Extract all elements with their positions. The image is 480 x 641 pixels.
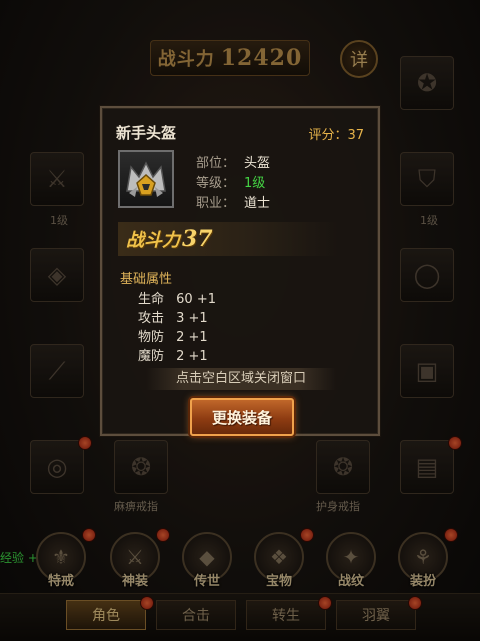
stat-value: 60 +1 [176, 292, 216, 307]
stat-row: 魔防 2 +1 [138, 345, 208, 364]
item-power-strip: 战斗力 37 [118, 222, 338, 256]
attr-class-key: 职业： [196, 196, 236, 211]
helmet-icon [126, 161, 166, 197]
item-power-label: 战斗力 [126, 230, 180, 251]
stat-name: 攻击 [138, 311, 165, 326]
stat-row: 攻击 3 +1 [138, 307, 208, 326]
stat-name: 物防 [138, 330, 165, 345]
base-attributes-title: 基础属性 [120, 272, 173, 287]
stat-name: 魔防 [138, 349, 165, 364]
close-hint[interactable]: 点击空白区域关闭窗口 [146, 368, 336, 390]
stat-value: 2 +1 [176, 349, 208, 364]
attr-slot-key: 部位： [196, 156, 236, 171]
attr-slot: 部位： 头盔 [196, 152, 270, 171]
attr-slot-value: 头盔 [244, 156, 271, 171]
item-score: 评分：37 [308, 124, 364, 143]
item-detail-panel: 新手头盔 评分：37 部位： 头盔 等级： 1级 职业： 道士 战斗力 37 基础属性… [100, 106, 380, 436]
item-name: 新手头盔 [116, 124, 177, 142]
attr-level: 等级： 1级 [196, 172, 265, 191]
item-score-label: 评分： [308, 128, 348, 143]
stat-value: 3 +1 [176, 311, 208, 326]
stat-row: 生命 60 +1 [138, 288, 216, 307]
attr-class: 职业： 道士 [196, 192, 270, 211]
item-icon-frame [118, 150, 174, 208]
item-score-value: 37 [347, 128, 364, 143]
item-power-value: 37 [182, 226, 213, 252]
stat-value: 2 +1 [176, 330, 208, 345]
change-equipment-button[interactable]: 更换装备 [190, 398, 294, 436]
attr-class-value: 道士 [244, 196, 271, 211]
stat-row: 物防 2 +1 [138, 326, 208, 345]
stat-name: 生命 [138, 292, 165, 307]
attr-level-value: 1级 [244, 176, 266, 191]
attr-level-key: 等级： [196, 176, 236, 191]
